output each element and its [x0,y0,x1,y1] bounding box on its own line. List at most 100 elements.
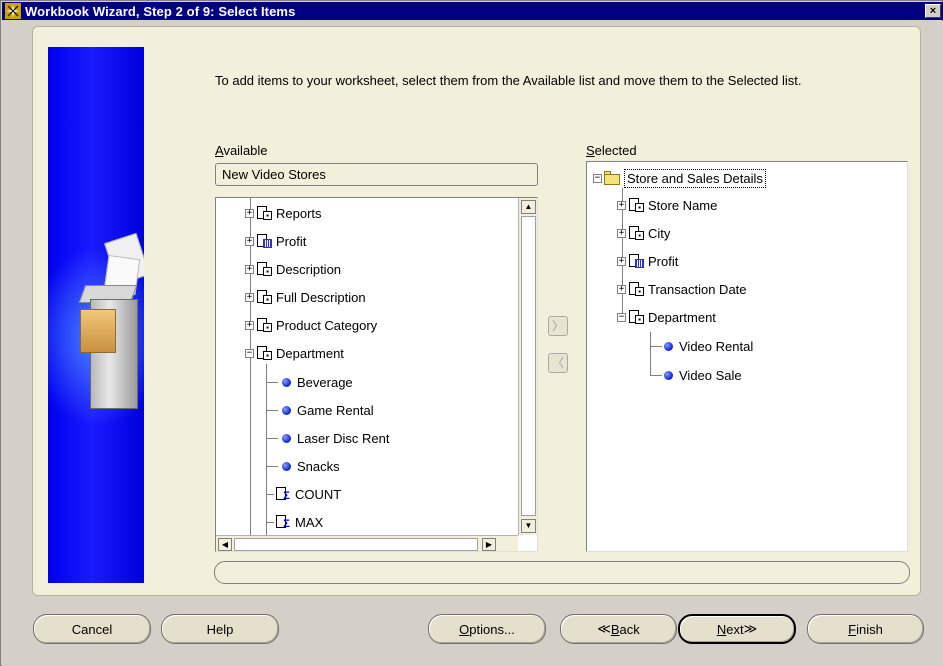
selected-tree[interactable]: − Store and Sales Details + ▪ Store Name… [586,161,908,552]
tree-node-label: Beverage [297,374,353,390]
status-bar [214,561,910,584]
tree-node-max[interactable]: Σ MAX [274,511,323,533]
item-icon: ▪ [255,205,273,221]
scroll-up-icon[interactable]: ▲ [521,200,536,214]
sigma-icon: Σ [274,486,292,502]
expand-icon[interactable]: + [245,320,254,330]
expand-icon[interactable]: + [617,200,626,210]
expand-icon[interactable]: + [245,264,254,274]
tree-node-video-rental[interactable]: Video Rental [664,335,753,357]
collapse-icon[interactable]: − [617,312,626,322]
tree-node-profit[interactable]: + Profit [617,250,678,272]
add-item-button[interactable]: 〉 [548,316,568,336]
tree-guide-line [650,375,662,376]
help-button[interactable]: Help [161,614,279,644]
tree-node-profit[interactable]: + Profit [245,230,306,252]
scroll-right-icon[interactable]: ▶ [482,538,496,551]
title-bar[interactable]: Workbook Wizard, Step 2 of 9: Select Ite… [2,2,943,20]
tree-node-label: City [648,225,671,241]
finish-button[interactable]: Finish [807,614,924,644]
tree-guide-line [266,438,278,439]
tree-node-count[interactable]: Σ COUNT [274,483,341,505]
back-button[interactable]: ≪ Back [560,614,677,644]
tree-guide-line [266,364,267,535]
tree-node-label: Department [276,345,344,361]
item-icon: ▪ [255,289,273,305]
tree-node-label: Profit [276,233,307,249]
tree-node-full-description[interactable]: + ▪ Full Description [245,286,366,308]
expand-icon[interactable]: + [245,292,254,302]
collapse-icon[interactable]: − [245,348,254,358]
tree-guide-line [650,346,662,347]
tree-node-store-name[interactable]: + ▪ Store Name [617,194,717,216]
tree-node-label: Full Description [276,289,366,305]
value-bullet-icon [282,433,291,443]
tree-node-department[interactable]: − ▪ Department [245,342,344,364]
options-button[interactable]: Options... [428,614,546,644]
discoverer-app-icon [5,3,21,19]
next-button[interactable]: Next ≫ [678,614,796,644]
tree-node-label: Product Category [276,317,378,333]
instructions-text: To add items to your worksheet, select t… [215,73,802,88]
window-title: Workbook Wizard, Step 2 of 9: Select Ite… [25,3,296,19]
tree-node-store-and-sales-details[interactable]: − Store and Sales Details [593,167,766,189]
tree-node-city[interactable]: + ▪ City [617,222,670,244]
scroll-left-icon[interactable]: ◀ [218,538,232,551]
vertical-scrollbar[interactable]: ▲ ▼ [518,198,537,535]
tree-node-description[interactable]: + ▪ Description [245,258,341,280]
expand-icon[interactable]: + [617,256,626,266]
expand-icon[interactable]: + [617,228,626,238]
tree-node-label: Video Sale [679,367,742,383]
selected-label: Selected [586,143,637,158]
scroll-down-icon[interactable]: ▼ [521,519,536,533]
available-tree[interactable]: + ▪ Reports + Profit + ▪ Description + ▪… [215,197,538,552]
tree-node-label: Transaction Date [648,281,747,297]
tree-node-label: COUNT [295,486,342,502]
tree-node-label: Profit [648,253,679,269]
tree-guide-line [266,466,278,467]
tree-node-reports[interactable]: + ▪ Reports [245,202,322,224]
sigma-icon: Σ [274,514,292,530]
expand-icon[interactable]: + [245,208,254,218]
tree-node-product-category[interactable]: + ▪ Product Category [245,314,377,336]
tree-node-label: Game Rental [297,402,374,418]
value-bullet-icon [664,370,673,380]
cancel-button[interactable]: Cancel [33,614,151,644]
collapse-icon[interactable]: − [593,173,602,183]
file-drawer-icon [80,309,116,353]
business-area-select[interactable]: New Video Stores [215,163,538,186]
tree-guide-line [650,332,651,376]
tree-node-laser-disc-rent[interactable]: Laser Disc Rent [282,427,389,449]
tree-guide-line [266,494,274,495]
expand-icon[interactable]: + [617,284,626,294]
close-button[interactable]: × [925,4,941,18]
tree-node-beverage[interactable]: Beverage [282,371,353,393]
scroll-thumb[interactable] [521,216,536,516]
item-icon: ▪ [255,261,273,277]
tree-node-transaction-date[interactable]: + ▪ Transaction Date [617,278,747,300]
item-icon: ▪ [627,309,645,325]
available-label: Available [215,143,268,158]
scroll-thumb[interactable] [234,538,478,551]
tree-node-label: Store Name [648,197,718,213]
item-icon: ▪ [627,225,645,241]
tree-node-snacks[interactable]: Snacks [282,455,340,477]
measure-icon [627,253,645,269]
item-icon: ▪ [255,345,273,361]
expand-icon[interactable]: + [245,236,254,246]
tree-node-label: Description [276,261,342,277]
item-icon: ▪ [627,281,645,297]
remove-item-button[interactable]: 〈 [548,353,568,373]
tree-node-label: Laser Disc Rent [297,430,390,446]
tree-node-label: Store and Sales Details [624,168,766,188]
value-bullet-icon [282,461,291,471]
tree-node-label: Snacks [297,458,340,474]
tree-node-video-sale[interactable]: Video Sale [664,364,742,386]
folder-icon [603,171,621,185]
horizontal-scrollbar[interactable]: ◀ ▶ [216,535,518,551]
tree-guide-line [266,382,278,383]
tree-node-game-rental[interactable]: Game Rental [282,399,374,421]
tree-guide-line [266,410,278,411]
measure-icon [255,233,273,249]
tree-node-department[interactable]: − ▪ Department [617,306,716,328]
